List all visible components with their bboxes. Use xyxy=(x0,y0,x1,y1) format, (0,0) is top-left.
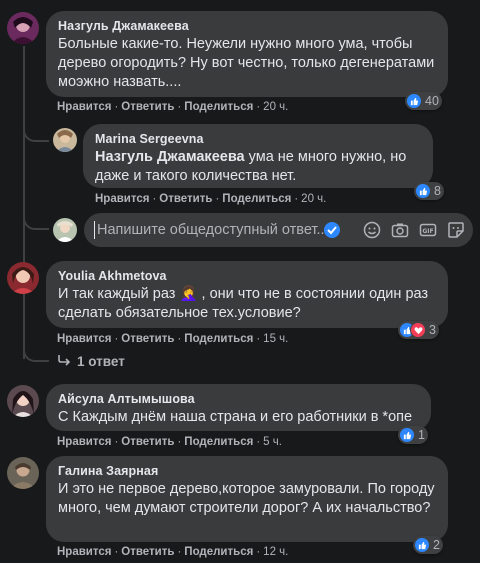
reaction-badge[interactable]: 1 xyxy=(398,426,428,444)
current-user-avatar xyxy=(53,218,77,242)
share-link[interactable]: Поделиться xyxy=(184,546,253,558)
share-link[interactable]: Поделиться xyxy=(184,101,253,113)
emoji-icon[interactable] xyxy=(363,221,381,239)
like-reaction-icon xyxy=(406,93,422,109)
camera-icon[interactable] xyxy=(391,221,409,239)
reply-link[interactable]: Ответить xyxy=(159,193,212,205)
comment-text: Назгуль Джамакеева ума не много нужно, н… xyxy=(95,148,421,186)
comment-bubble: Youlia Akhmetova И так каждый раз 🤦‍♀️ ,… xyxy=(46,261,448,328)
reaction-count: 40 xyxy=(425,94,439,108)
reply-input[interactable] xyxy=(97,222,327,238)
reaction-count: 8 xyxy=(434,184,441,198)
view-replies-label: 1 ответ xyxy=(77,354,125,369)
reaction-count: 2 xyxy=(433,538,440,552)
share-link[interactable]: Поделиться xyxy=(222,193,291,205)
reaction-badge[interactable]: 2 xyxy=(413,536,443,554)
avatar[interactable] xyxy=(7,12,39,44)
like-link[interactable]: Нравится xyxy=(57,436,111,448)
comment-author[interactable]: Marina Sergeevna xyxy=(95,132,421,146)
love-reaction-icon xyxy=(410,322,426,338)
like-reaction-icon xyxy=(414,537,430,553)
svg-text:GIF: GIF xyxy=(422,228,433,235)
reply-link[interactable]: Ответить xyxy=(121,436,174,448)
reply-link[interactable]: Ответить xyxy=(121,101,174,113)
comment-text: Больные какие-то. Неужели нужно много ум… xyxy=(58,36,435,90)
avatar[interactable] xyxy=(7,262,39,294)
reaction-badge[interactable]: 8 xyxy=(414,182,444,200)
sticker-icon[interactable] xyxy=(447,221,465,239)
comment-text: С Каждым днём наша страна и его работник… xyxy=(58,409,413,425)
like-link[interactable]: Нравится xyxy=(57,546,111,558)
comment-bubble: Айсула Алтымышова С Каждым днём наша стр… xyxy=(46,384,431,431)
reply-arrow-icon xyxy=(57,354,71,369)
comment-author[interactable]: Youlia Akhmetova xyxy=(58,269,436,283)
like-link[interactable]: Нравится xyxy=(95,193,149,205)
comment-author[interactable]: Айсула Алтымышова xyxy=(58,392,419,406)
reaction-badge[interactable]: 3 xyxy=(398,321,439,339)
reaction-count: 1 xyxy=(418,428,425,442)
text-caret xyxy=(94,221,95,239)
comment-actions: Нравится · Ответить · Поделиться · 20 ч. xyxy=(57,101,289,113)
comment-text: И так каждый раз 🤦‍♀️ , они что не в сос… xyxy=(58,286,429,321)
comment-actions: Нравится · Ответить · Поделиться · 15 ч. xyxy=(57,333,289,345)
composer-icons: GIF xyxy=(363,221,465,239)
like-reaction-icon xyxy=(415,183,431,199)
view-replies-link[interactable]: 1 ответ xyxy=(57,354,125,369)
reply-box[interactable]: GIF xyxy=(84,213,473,247)
like-link[interactable]: Нравится xyxy=(57,333,111,345)
comment-actions: Нравится · Ответить · Поделиться · 5 ч. xyxy=(57,436,282,448)
like-link[interactable]: Нравится xyxy=(57,101,111,113)
comment-bubble: Галина Заярная И это не первое дерево,ко… xyxy=(46,456,448,542)
grammar-check-icon[interactable] xyxy=(323,221,341,239)
comment-time[interactable]: 12 ч. xyxy=(263,546,288,558)
comment-time[interactable]: 20 ч. xyxy=(263,101,288,113)
thread-curve xyxy=(23,340,49,362)
reaction-count: 3 xyxy=(429,323,436,337)
avatar[interactable] xyxy=(7,457,39,489)
gif-icon[interactable]: GIF xyxy=(419,221,437,239)
avatar[interactable] xyxy=(53,128,77,152)
comment-bubble: Назгуль Джамакеева Больные какие-то. Неу… xyxy=(46,11,448,97)
reply-link[interactable]: Ответить xyxy=(121,333,174,345)
like-reaction-icon xyxy=(399,427,415,443)
share-link[interactable]: Поделиться xyxy=(184,436,253,448)
comment-actions: Нравится · Ответить · Поделиться · 12 ч. xyxy=(57,546,289,558)
comment-time[interactable]: 20 ч. xyxy=(301,193,326,205)
comment-author[interactable]: Галина Заярная xyxy=(58,464,436,478)
reaction-badge[interactable]: 40 xyxy=(405,92,442,110)
comment-text: И это не первое дерево,которое замуровал… xyxy=(58,481,435,516)
comment-actions: Нравится · Ответить · Поделиться · 20 ч. xyxy=(95,193,327,205)
comment-author[interactable]: Назгуль Джамакеева xyxy=(58,19,436,33)
thread-curve xyxy=(23,200,49,230)
reply-link[interactable]: Ответить xyxy=(121,546,174,558)
thread-curve xyxy=(23,112,49,142)
comment-time[interactable]: 15 ч. xyxy=(263,333,288,345)
avatar[interactable] xyxy=(7,385,39,417)
comment-time[interactable]: 5 ч. xyxy=(263,436,282,448)
mention-link[interactable]: Назгуль Джамакеева xyxy=(95,149,245,165)
share-link[interactable]: Поделиться xyxy=(184,333,253,345)
comment-bubble: Marina Sergeevna Назгуль Джамакеева ума … xyxy=(83,124,433,188)
